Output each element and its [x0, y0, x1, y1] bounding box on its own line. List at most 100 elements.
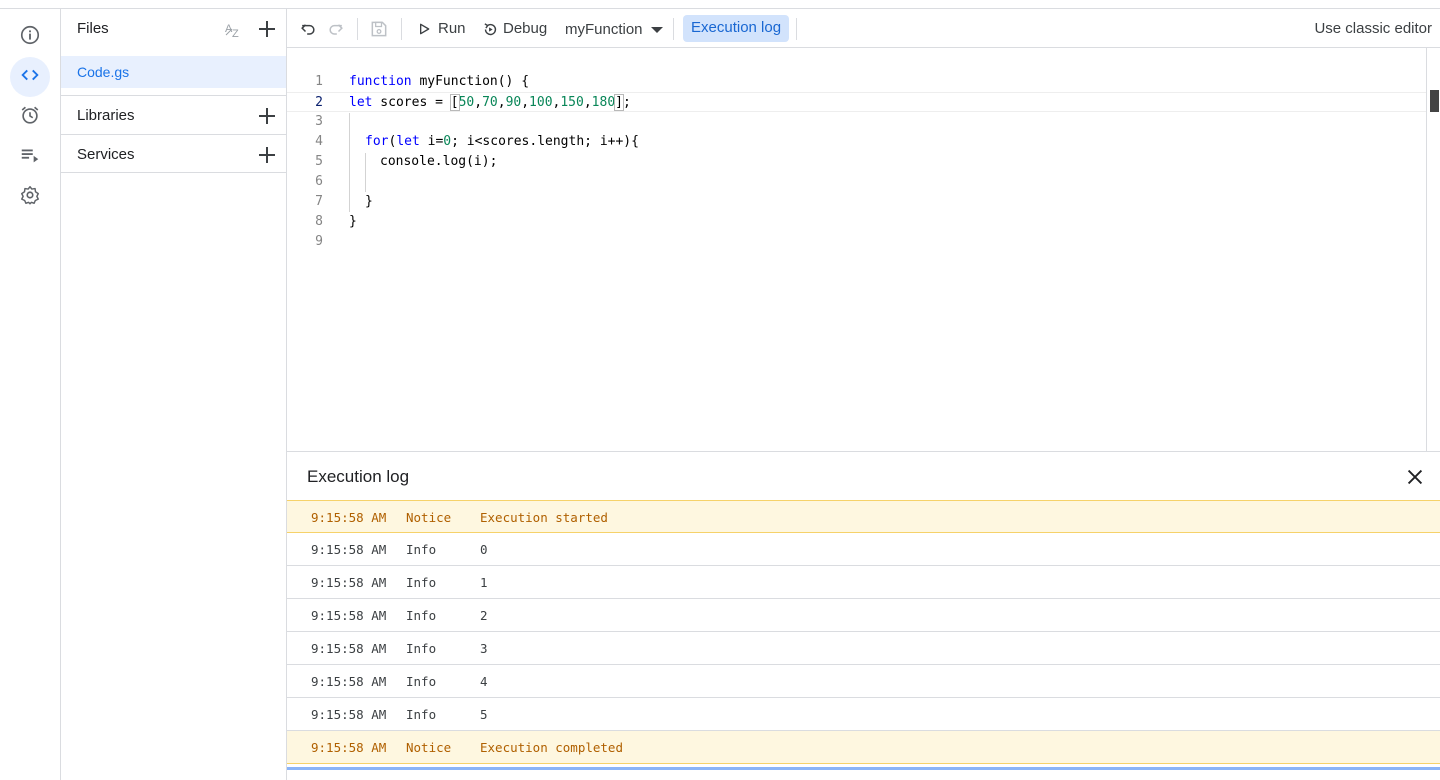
- left-rail: [0, 9, 61, 780]
- services-section: Services: [61, 134, 286, 173]
- log-level: Info: [406, 674, 437, 689]
- log-level: Info: [406, 641, 437, 656]
- line-number: 3: [315, 114, 323, 129]
- alarm-clock-icon: [19, 104, 41, 131]
- log-time: 9:15:58 AM: [311, 707, 387, 722]
- log-message: 0: [480, 542, 488, 557]
- line-2-code: let scores = [50,70,90,100,150,180];: [349, 94, 631, 111]
- code-line: 8 }: [287, 212, 1426, 232]
- code-line: 5 console.log(i);: [287, 152, 1426, 172]
- line-number: 1: [315, 74, 323, 89]
- save-icon: [371, 21, 387, 37]
- overview-button[interactable]: [10, 17, 50, 57]
- log-message: Execution completed: [480, 740, 623, 755]
- log-time: 9:15:58 AM: [311, 608, 387, 623]
- close-log-button[interactable]: [1404, 466, 1426, 488]
- log-time: 9:15:58 AM: [311, 510, 387, 525]
- info-icon: [19, 24, 41, 51]
- toolbar-divider: [401, 18, 402, 40]
- log-level: Notice: [406, 740, 452, 755]
- triggers-button[interactable]: [10, 97, 50, 137]
- plus-icon: [259, 147, 275, 163]
- code-line-current: 2 let scores = [50,70,90,100,150,180];: [287, 92, 1426, 112]
- undo-icon: [301, 24, 315, 35]
- log-row: 9:15:58 AM Notice Execution completed: [287, 731, 1440, 764]
- plus-icon: [259, 21, 275, 37]
- execution-log-panel: Execution log 9:15:58 AM Notice Executio…: [287, 451, 1440, 780]
- file-item-code-gs[interactable]: Code.gs: [61, 56, 286, 88]
- log-level: Info: [406, 575, 437, 590]
- executions-button[interactable]: [10, 137, 50, 177]
- execution-log-toggle[interactable]: Execution log: [683, 15, 790, 42]
- toolbar-divider: [357, 18, 358, 40]
- files-title: Files: [77, 20, 109, 37]
- log-message: 3: [480, 641, 488, 656]
- line-8-code: }: [349, 214, 357, 229]
- log-row: 9:15:58 AM Notice Execution started: [287, 500, 1440, 533]
- caret-down-icon: [650, 27, 663, 34]
- plus-icon: [259, 108, 275, 124]
- line-7-code: }: [365, 194, 373, 209]
- log-message: 2: [480, 608, 488, 623]
- redo-button[interactable]: [324, 17, 348, 41]
- log-row: 9:15:58 AM Info 2: [287, 599, 1440, 632]
- play-icon: [415, 17, 433, 41]
- log-message: Execution started: [480, 510, 608, 525]
- log-level: Info: [406, 707, 437, 722]
- undo-button[interactable]: [296, 17, 320, 41]
- log-row: 9:15:58 AM Info 1: [287, 566, 1440, 599]
- code-line: 6: [287, 172, 1426, 192]
- log-time: 9:15:58 AM: [311, 542, 387, 557]
- code-line: 4 for(let i=0; i<scores.length; i++){: [287, 132, 1426, 152]
- close-icon: [1407, 469, 1423, 485]
- gear-icon: [19, 184, 41, 211]
- line-5-code: console.log(i);: [380, 154, 498, 169]
- code-line: 3: [287, 112, 1426, 132]
- scrollbar-thumb[interactable]: [1427, 90, 1439, 112]
- line-1-code: function myFunction() {: [349, 74, 530, 89]
- debug-button[interactable]: Debug: [503, 20, 547, 37]
- files-panel: Files AZ Code.gs Libraries Services: [61, 9, 287, 780]
- execution-log-header: Execution log: [287, 452, 1440, 501]
- line-number: 6: [315, 174, 323, 189]
- log-time: 9:15:58 AM: [311, 641, 387, 656]
- code-editor[interactable]: 1 function myFunction() { 2 let scores =…: [287, 48, 1440, 451]
- line-number: 2: [315, 95, 323, 110]
- files-header: Files AZ: [61, 9, 286, 47]
- line-number: 9: [315, 234, 323, 249]
- add-library-button[interactable]: [255, 104, 279, 128]
- toolbar-divider: [796, 18, 797, 40]
- svg-text:Z: Z: [232, 28, 239, 40]
- settings-button[interactable]: [10, 177, 50, 217]
- classic-editor-button[interactable]: Use classic editor: [1314, 20, 1432, 37]
- services-label: Services: [77, 146, 135, 163]
- log-message: 4: [480, 674, 488, 689]
- line-number: 7: [315, 194, 323, 209]
- execution-log-title: Execution log: [307, 467, 410, 486]
- run-button[interactable]: Run: [438, 20, 466, 37]
- function-select[interactable]: myFunction: [565, 21, 663, 38]
- line-number: 8: [315, 214, 323, 229]
- sort-az-icon[interactable]: AZ: [223, 18, 245, 40]
- indent-guide: [349, 113, 350, 212]
- save-button[interactable]: [367, 17, 391, 41]
- log-time: 9:15:58 AM: [311, 740, 387, 755]
- libraries-label: Libraries: [77, 107, 135, 124]
- log-row: 9:15:58 AM Info 5: [287, 698, 1440, 731]
- line-number: 4: [315, 134, 323, 149]
- toolbar-divider: [673, 18, 674, 40]
- log-row: 9:15:58 AM Info 4: [287, 665, 1440, 698]
- debug-icon: [481, 17, 499, 41]
- code-line: 1 function myFunction() {: [287, 72, 1426, 92]
- editor-button[interactable]: [10, 57, 50, 97]
- indent-guide: [365, 153, 366, 192]
- add-service-button[interactable]: [255, 143, 279, 167]
- editor-toolbar: Run Debug myFunction Execution log Use c…: [287, 9, 1440, 48]
- playlist-play-icon: [19, 144, 41, 171]
- code-line: 9: [287, 232, 1426, 252]
- log-time: 9:15:58 AM: [311, 575, 387, 590]
- top-border: [0, 0, 1440, 9]
- log-bottom-bar: [287, 767, 1440, 770]
- add-file-button[interactable]: [255, 17, 279, 41]
- log-time: 9:15:58 AM: [311, 674, 387, 689]
